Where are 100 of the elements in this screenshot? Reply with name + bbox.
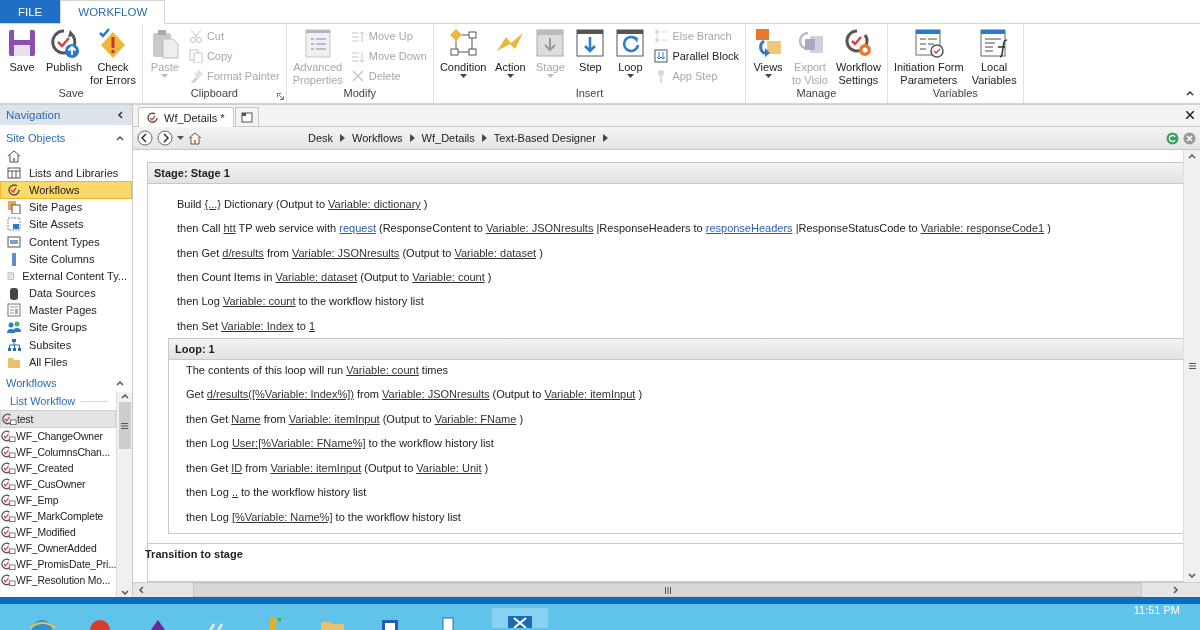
variable-link[interactable]: d/results bbox=[222, 246, 264, 259]
workflow-item[interactable]: WF_Created bbox=[0, 460, 116, 477]
ribbon-button[interactable]: Parallel Block bbox=[651, 46, 742, 66]
nav-item[interactable]: Site Pages bbox=[0, 198, 132, 216]
variable-link[interactable]: {...} bbox=[204, 198, 222, 211]
variable-link[interactable]: Variable: itemInput bbox=[288, 412, 380, 425]
variable-link[interactable]: ID bbox=[231, 461, 243, 474]
variable-link[interactable]: [%Variable: Name%] bbox=[231, 511, 333, 524]
variable-link[interactable]: Variable: JSONresults bbox=[486, 222, 594, 235]
ribbon-button[interactable]: Save bbox=[3, 24, 41, 87]
workflow-item[interactable]: test bbox=[0, 410, 116, 429]
ribbon-tab[interactable]: FILE bbox=[0, 0, 61, 23]
ribbon-button[interactable]: Loop bbox=[611, 24, 650, 87]
breadcrumb-link[interactable]: Workflows bbox=[349, 132, 406, 144]
workflow-item[interactable]: WF_CusOwner bbox=[0, 476, 116, 493]
back-icon[interactable] bbox=[137, 130, 153, 146]
variable-link[interactable]: User:[%Variable: FName%] bbox=[231, 437, 366, 450]
nav-item[interactable]: Master Pages bbox=[0, 301, 132, 319]
variable-link[interactable]: Variable: count bbox=[412, 271, 485, 284]
workflow-item[interactable]: WF_ColumnsChan... bbox=[0, 444, 116, 461]
ribbon-button[interactable]: Views bbox=[749, 24, 787, 87]
forward-icon[interactable] bbox=[157, 130, 173, 146]
variable-link[interactable]: Variable: Unit bbox=[416, 461, 482, 474]
workflow-item[interactable]: WF_ChangeOwner bbox=[0, 428, 116, 445]
variable-link[interactable]: htt bbox=[223, 222, 236, 235]
ribbon-tab[interactable]: WORKFLOW bbox=[60, 0, 166, 24]
move-up-icon bbox=[350, 29, 365, 43]
ribbon-button[interactable]: Workflow Settings bbox=[832, 24, 884, 87]
workflow-item[interactable]: WF_Resolution Mo... bbox=[0, 572, 116, 589]
ribbon-button[interactable]: Step bbox=[571, 24, 610, 87]
ribbon-button[interactable]: Action bbox=[491, 24, 530, 87]
app-icon[interactable] bbox=[492, 608, 548, 628]
variable-link[interactable]: Variable: JSONresults bbox=[382, 388, 490, 401]
nav-item[interactable]: Lists and Libraries bbox=[0, 164, 132, 182]
workflow-icon bbox=[2, 412, 17, 427]
section-header[interactable]: Workflows bbox=[6, 376, 57, 389]
clock: 11:51 PM bbox=[1133, 604, 1180, 616]
new-tab-button[interactable] bbox=[234, 107, 259, 126]
workflow-step: then Log User:[%Variable: FName%] to the workflow history list bbox=[186, 430, 1183, 456]
nav-item[interactable]: Site Columns bbox=[0, 250, 132, 268]
nav-item[interactable]: Data Sources bbox=[0, 284, 132, 302]
dialog-launcher-icon[interactable] bbox=[276, 93, 284, 100]
breadcrumb-link[interactable]: Desk bbox=[305, 132, 337, 144]
stage-icon bbox=[534, 27, 567, 59]
variable-link[interactable]: Variable: dictionary bbox=[328, 198, 421, 211]
separator-icon bbox=[409, 134, 415, 142]
ribbon-button[interactable]: Local Variables bbox=[968, 24, 1020, 87]
scrollbar[interactable] bbox=[133, 582, 1200, 597]
workflow-item[interactable]: WF_Modified bbox=[0, 524, 116, 541]
breadcrumb-link[interactable]: Text-Based Designer bbox=[490, 132, 599, 144]
ribbon-button[interactable]: Check for Errors bbox=[87, 24, 139, 87]
loop-title: Loop: 1 bbox=[175, 342, 215, 355]
stop-icon[interactable] bbox=[1183, 131, 1196, 145]
ribbon-button[interactable]: Publish bbox=[43, 24, 86, 87]
parameter-link[interactable]: responseHeaders bbox=[705, 222, 793, 235]
nav-item[interactable]: All Files bbox=[0, 353, 132, 371]
nav-item[interactable]: Content Types bbox=[0, 232, 132, 251]
workflow-item[interactable]: WF_Emp bbox=[0, 492, 116, 509]
workflow-step: then Get Name from Variable: itemInput (Output to Variable: FName ) bbox=[186, 406, 1183, 431]
close-icon[interactable] bbox=[1186, 111, 1194, 119]
variable-link[interactable]: Variable: FName bbox=[434, 412, 517, 425]
nav-item[interactable]: External Content Ty... bbox=[0, 267, 132, 285]
document-tab[interactable]: Wf_Details * bbox=[138, 107, 234, 127]
variable-link[interactable]: Variable: itemInput bbox=[270, 461, 362, 474]
group-label: Clipboard bbox=[189, 87, 239, 101]
variable-link[interactable]: Variable: dataset bbox=[454, 246, 537, 259]
ribbon-button[interactable]: Condition bbox=[436, 24, 490, 87]
group-label: Variables bbox=[931, 87, 979, 101]
variable-link[interactable]: Variable: itemInput bbox=[544, 388, 636, 401]
flowchart-icon bbox=[447, 27, 480, 59]
variable-link[interactable]: Variable: count bbox=[222, 295, 296, 308]
nav-item[interactable]: Site Assets bbox=[0, 215, 132, 233]
refresh-icon[interactable] bbox=[1166, 131, 1179, 145]
scrollbar[interactable] bbox=[116, 392, 132, 597]
variable-link[interactable]: Name bbox=[231, 412, 261, 425]
workflow-item[interactable]: WF_OwnerAdded bbox=[0, 540, 116, 557]
variable-link[interactable]: Variable: Index bbox=[221, 319, 294, 332]
nav-item[interactable]: Workflows bbox=[0, 181, 132, 199]
variable-link[interactable]: d/results([%Variable: Index%]) bbox=[206, 388, 354, 401]
ribbon-button[interactable]: Initiation Form Parameters bbox=[890, 24, 967, 87]
variable-link[interactable]: Variable: dataset bbox=[275, 271, 358, 284]
form-icon bbox=[912, 27, 945, 59]
workflow-step: then Log .. to the workflow history list bbox=[186, 480, 1183, 505]
nav-item[interactable]: Site Groups bbox=[0, 318, 132, 337]
variable-link[interactable]: Variable: JSONresults bbox=[291, 246, 400, 259]
workflow-item[interactable]: WF_PromisDate_Pri... bbox=[0, 556, 116, 573]
grip-icon bbox=[664, 586, 671, 594]
nav-item[interactable]: Subsites bbox=[0, 336, 132, 354]
workflow-item[interactable]: WF_MarkComplete bbox=[0, 508, 116, 525]
move-down-icon bbox=[350, 49, 365, 63]
section-header[interactable]: Site Objects bbox=[6, 131, 66, 144]
workflow-step: then Log Variable: count to the workflow history list bbox=[177, 289, 1183, 314]
scrollbar[interactable] bbox=[1183, 150, 1200, 582]
variable-link[interactable]: Variable: responseCode1 bbox=[920, 222, 1045, 235]
breadcrumb-link[interactable]: Wf_Details bbox=[418, 132, 478, 144]
variable-link[interactable]: .. bbox=[231, 486, 238, 499]
parameter-link[interactable]: request bbox=[339, 222, 376, 235]
home-icon bbox=[188, 131, 202, 145]
variable-link[interactable]: 1 bbox=[308, 319, 316, 332]
variable-link[interactable]: Variable: count bbox=[346, 363, 419, 376]
